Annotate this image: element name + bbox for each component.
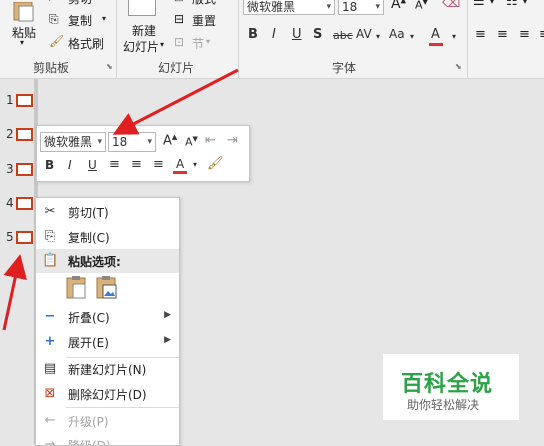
- watermark-title: 百科全说: [401, 372, 494, 397]
- annotation-arrow: [2, 254, 27, 331]
- watermark-subtitle: 助你轻松解决: [407, 398, 480, 412]
- watermark: 百科全说 助你轻松解决: [383, 354, 519, 420]
- annotation-arrow: [112, 68, 239, 135]
